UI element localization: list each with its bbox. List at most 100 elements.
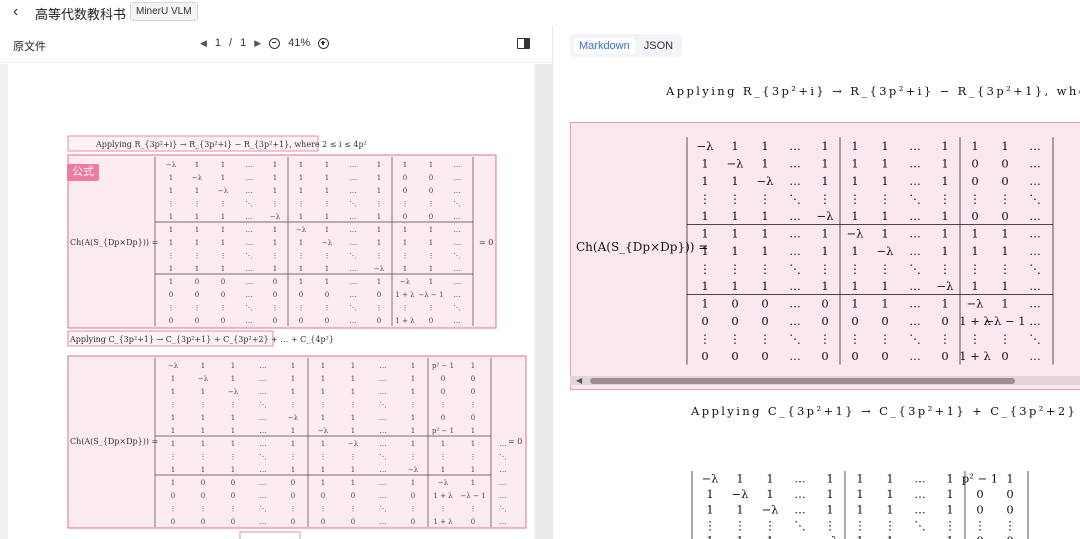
matrix-cell: ⋮ — [272, 304, 279, 312]
pdf-rhs2: = 0 — [508, 437, 522, 446]
matrix-cell: 1 — [941, 227, 948, 241]
matrix-cell: 0 — [976, 487, 983, 501]
matrix-cell: 1 — [411, 375, 415, 383]
matrix-cell: 1 — [291, 440, 295, 448]
matrix-cell: … — [794, 534, 806, 539]
chevron-left-icon[interactable]: ‹ — [13, 4, 18, 20]
matrix-cell: 0 — [1001, 157, 1008, 171]
matrix-cell: 1 — [221, 161, 225, 169]
matrix-cell: 1 — [351, 427, 355, 435]
matrix-cell: ⋮ — [230, 401, 237, 409]
total-pages: 1 — [240, 37, 247, 49]
matrix-cell: 0 — [403, 174, 407, 182]
matrix-cell: 1 — [429, 265, 433, 273]
matrix-cell: ⋱ — [789, 262, 801, 276]
matrix-cell: −λ — [168, 362, 179, 370]
scroll-left-icon[interactable]: ◀ — [576, 376, 582, 385]
matrix-cell: 1 — [321, 388, 325, 396]
matrix-cell: ⋮ — [402, 252, 409, 260]
matrix-cell: 1 — [701, 227, 708, 241]
matrix-cell: 1 — [169, 226, 173, 234]
zoom-in-icon[interactable] — [318, 37, 330, 49]
matrix-cell: 1 — [1001, 279, 1008, 293]
next-page-icon[interactable]: ▶ — [254, 38, 261, 49]
matrix-cell: ⋮ — [230, 505, 237, 513]
matrix-cell: 1 + λ — [959, 349, 991, 363]
markdown-view[interactable]: Applying R_{3p²+i} → R_{3p²+i} − R_{3p²+… — [554, 64, 1080, 539]
matrix-cell: 1 — [881, 157, 888, 171]
prev-page-icon[interactable]: ◀ — [200, 38, 207, 49]
matrix-cell: 1 — [736, 503, 743, 517]
matrix-cell: ⋮ — [200, 401, 207, 409]
matrix-cell: … — [260, 440, 267, 448]
formula-badge: 公式 — [67, 164, 99, 181]
matrix-cell: ⋮ — [290, 505, 297, 513]
matrix-cell: … — [794, 487, 806, 501]
matrix-cell: 1 — [273, 265, 277, 273]
matrix-cell: 0 — [851, 314, 858, 328]
matrix-cell: 1 — [321, 479, 325, 487]
tab-markdown[interactable]: Markdown — [574, 37, 635, 54]
matrix-cell: 0 — [1001, 349, 1008, 363]
matrix-cell: … — [914, 472, 926, 486]
matrix-cell: … — [789, 314, 801, 328]
matrix-cell: … — [789, 227, 801, 241]
matrix-cell: 0 — [231, 518, 235, 526]
md-line2: Applying C_{3p²+1} → C_{3p²+1} + C_{3p²+… — [691, 404, 1080, 418]
matrix-cell: ⋮ — [759, 262, 771, 276]
matrix-cell: … — [1029, 297, 1041, 311]
matrix-cell: ⋱ — [794, 518, 806, 532]
matrix-cell: ⋮ — [939, 192, 951, 206]
matrix-cell: 1 — [826, 487, 833, 501]
matrix-cell: ⋮ — [819, 192, 831, 206]
matrix-cell: ⋮ — [969, 332, 981, 346]
matrix-cell: ⋮ — [470, 401, 477, 409]
matrix-cell: 0 — [171, 518, 175, 526]
matrix-cell: 1 — [736, 472, 743, 486]
matrix-cell: ⋮ — [734, 518, 746, 532]
matrix-cell: 1 — [291, 388, 295, 396]
matrix-cell: … — [909, 279, 921, 293]
horizontal-scrollbar[interactable]: ◀ — [570, 376, 1080, 385]
matrix-cell: ⋱ — [246, 252, 253, 260]
matrix-cell: 0 — [1006, 503, 1013, 517]
source-toolbar: 原文件 ◀ 1 / 1 ▶ 41% — [0, 26, 552, 63]
current-page[interactable]: 1 — [215, 37, 221, 49]
matrix-cell: 1 — [351, 466, 355, 474]
matrix-cell: 1 — [1001, 297, 1008, 311]
matrix-cell: … — [246, 161, 253, 169]
matrix-cell: 1 — [471, 440, 475, 448]
matrix-cell: 0 — [731, 314, 738, 328]
matrix-cell: 1 — [471, 427, 475, 435]
matrix-cell: 1 — [851, 297, 858, 311]
matrix-cell: ⋮ — [320, 453, 327, 461]
matrix-cell: 1 — [299, 278, 303, 286]
matrix-cell: −λ − 1 — [460, 492, 485, 500]
matrix-cell: 0 — [169, 291, 173, 299]
matrix-cell: 1 — [761, 157, 768, 171]
md-matrices: Ch(A(S_{Dp×Dp})) = −λ 1 1… 1 1 1… 1 1 1 …1 −λ 1… 1 1 1… — [576, 137, 1054, 539]
matrix-cell: … — [1029, 244, 1041, 258]
app-window: ‹ 高等代数教科书 MinerU VLM 原文件 ◀ 1 / 1 ▶ 41% A… — [0, 0, 1080, 539]
matrix-cell: … — [260, 466, 267, 474]
matrix-cell: … — [454, 317, 461, 325]
scrollbar-thumb[interactable] — [590, 378, 1015, 384]
matrix-cell: … — [380, 518, 387, 526]
tab-json[interactable]: JSON — [639, 38, 678, 54]
matrix-cell: 1 — [821, 244, 828, 258]
zoom-out-icon[interactable] — [269, 37, 281, 49]
matrix-cell: 1 — [821, 279, 828, 293]
matrix-cell: ⋮ — [939, 332, 951, 346]
matrix-cell: ⋮ — [168, 304, 175, 312]
matrix-cell: 1 — [946, 534, 953, 539]
matrix-cell: … — [246, 226, 253, 234]
matrix-cell: 0 — [351, 518, 355, 526]
sidebar-toggle-icon[interactable] — [517, 38, 530, 49]
matrix-cell: 0 — [377, 291, 381, 299]
matrix-cell: … — [794, 503, 806, 517]
matrix-cell: … — [914, 487, 926, 501]
matrix-cell: 1 — [201, 414, 205, 422]
matrix-cell: 1 — [351, 362, 355, 370]
pdf-viewer[interactable]: Applying R_{3p²+i} → R_{3p²+i} − R_{3p²+… — [0, 64, 552, 539]
matrix-cell: 1 — [761, 209, 768, 223]
